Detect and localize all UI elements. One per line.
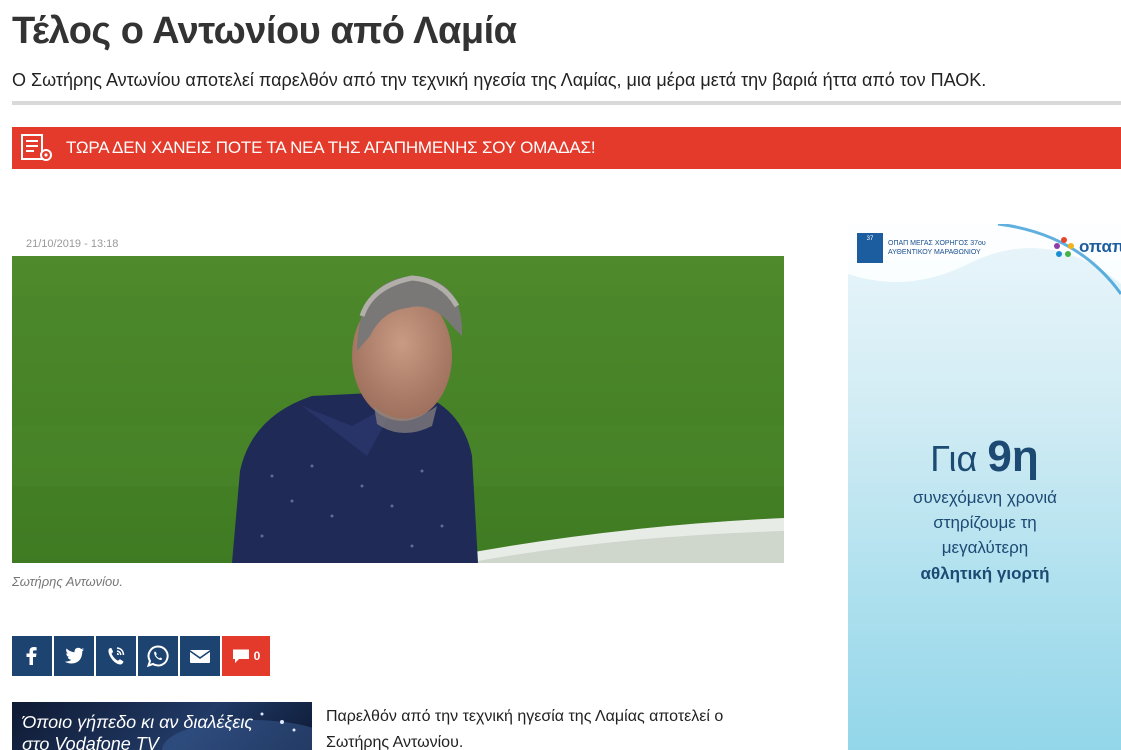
ad-headline-prefix: Για bbox=[930, 438, 988, 479]
ad-line-1: συνεχόμενη χρονιά bbox=[913, 488, 1057, 507]
promo-line-1: Όποιο γήπεδο κι αν διαλέξεις bbox=[22, 712, 254, 732]
opap-star-icon bbox=[1054, 237, 1074, 257]
twitter-share-button[interactable] bbox=[54, 636, 94, 676]
ad-headline: Για 9η bbox=[848, 432, 1121, 482]
comment-icon bbox=[232, 649, 249, 663]
email-share-button[interactable] bbox=[180, 636, 220, 676]
marathon-logo: 37 bbox=[857, 233, 883, 263]
facebook-icon bbox=[26, 647, 37, 665]
ad-headline-number: 9η bbox=[987, 432, 1039, 481]
whatsapp-share-button[interactable] bbox=[138, 636, 178, 676]
promo-line-2: στο Vodafone TV bbox=[22, 734, 159, 750]
opap-brand-text: οπαπ bbox=[1079, 237, 1121, 256]
article-subtitle: Ο Σωτήρης Αντωνίου αποτελεί παρελθόν από… bbox=[12, 70, 987, 90]
opap-logo: οπαπ bbox=[1053, 236, 1121, 258]
comments-button[interactable]: 0 bbox=[222, 636, 270, 676]
article-photo bbox=[12, 256, 784, 563]
viber-share-button[interactable] bbox=[96, 636, 136, 676]
notifications-banner[interactable]: ΤΩΡΑ ΔΕΝ ΧΑΝΕΙΣ ΠΟΤΕ ΤΑ ΝΕΑ ΤΗΣ ΑΓΑΠΗΜΕΝ… bbox=[12, 127, 1121, 169]
article-title: Τέλος ο Αντωνίου από Λαμία bbox=[12, 10, 517, 52]
comment-count: 0 bbox=[253, 649, 261, 663]
twitter-icon bbox=[64, 647, 84, 664]
news-settings-icon bbox=[20, 133, 56, 163]
article-date: 21/10/2019 - 13:18 bbox=[26, 238, 119, 250]
title-divider bbox=[12, 101, 1121, 105]
whatsapp-icon bbox=[146, 645, 169, 668]
ad-line-3: μεγαλύτερη bbox=[941, 538, 1029, 557]
vodafone-tv-promo[interactable]: Όποιο γήπεδο κι αν διαλέξεις στο Vodafon… bbox=[12, 702, 312, 750]
photo-caption: Σωτήρης Αντωνίου. bbox=[12, 574, 123, 589]
ad-line-4: αθλητική γιορτή bbox=[920, 564, 1050, 583]
share-bar: 0 bbox=[12, 636, 270, 676]
opap-advertisement[interactable]: 37 ΟΠΑΠ ΜΕΓΑΣ ΧΟΡΗΓΟΣ 37ου ΑΥΘΕΝΤΙΚΟΥ ΜΑ… bbox=[848, 224, 1121, 750]
facebook-share-button[interactable] bbox=[12, 636, 52, 676]
email-icon bbox=[189, 650, 211, 663]
banner-text: ΤΩΡΑ ΔΕΝ ΧΑΝΕΙΣ ΠΟΤΕ ΤΑ ΝΕΑ ΤΗΣ ΑΓΑΠΗΜΕΝ… bbox=[66, 138, 596, 157]
article-body: Παρελθόν από την τεχνική ηγεσία της Λαμί… bbox=[326, 708, 724, 750]
viber-icon bbox=[108, 647, 125, 665]
ad-line-2: στηρίζουμε τη bbox=[933, 513, 1037, 532]
ad-sponsor-text: ΟΠΑΠ ΜΕΓΑΣ ΧΟΡΗΓΟΣ 37ου ΑΥΘΕΝΤΙΚΟΥ ΜΑΡΑΘ… bbox=[888, 240, 986, 256]
